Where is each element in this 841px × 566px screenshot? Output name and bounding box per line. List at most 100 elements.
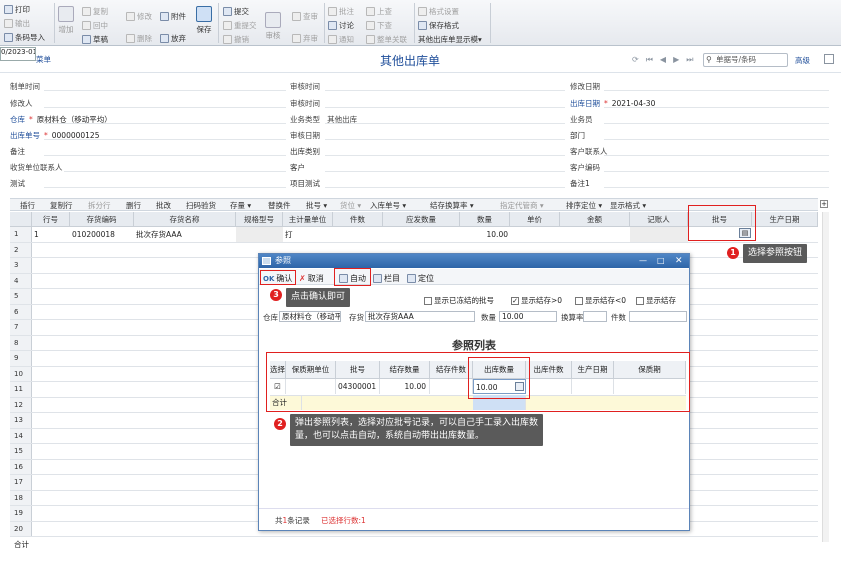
ref-header-6[interactable]: 出库件数: [526, 361, 572, 379]
toolbar2-item-5[interactable]: 扫码验货: [186, 200, 216, 211]
ref-header-7[interactable]: 生产日期: [572, 361, 614, 379]
prev-query-button[interactable]: 上查: [366, 6, 392, 17]
ref-cell-batch[interactable]: 04300001: [336, 379, 380, 394]
columns-button[interactable]: 栏目: [373, 273, 400, 284]
export-button[interactable]: 输出: [4, 18, 30, 29]
barcode-import-button[interactable]: 条码导入: [4, 32, 45, 43]
toolbar2-item-8[interactable]: 批号 ▾: [306, 200, 327, 211]
last-icon[interactable]: ⏭: [686, 55, 693, 65]
attachment-button[interactable]: 附件: [160, 11, 186, 22]
view-audit-icon: [292, 12, 301, 21]
draft-button[interactable]: 草稿: [82, 34, 108, 45]
grid-cell-seq[interactable]: 1: [32, 227, 70, 242]
discard-button[interactable]: 放弃: [160, 33, 186, 44]
audit-button[interactable]: 审核: [265, 12, 281, 41]
grid-cell-unit[interactable]: 打: [283, 227, 333, 242]
toolbar2-item-0[interactable]: 插行: [20, 200, 35, 211]
save-format-button[interactable]: 保存格式: [418, 20, 459, 31]
grid-cell-code[interactable]: 010200018: [70, 227, 134, 242]
grid-header-8[interactable]: 单价: [510, 212, 560, 227]
grid-header-0[interactable]: 行号: [32, 212, 70, 227]
deny-button[interactable]: 弃审: [292, 33, 318, 44]
grid-header-10[interactable]: 记账人: [630, 212, 688, 227]
ref-header-1[interactable]: 保质期单位: [286, 361, 336, 379]
grid-header-6[interactable]: 应发数量: [383, 212, 460, 227]
submit-button[interactable]: 提交: [223, 6, 249, 17]
recover-button[interactable]: 回中: [82, 20, 108, 31]
toolbar2-item-3[interactable]: 删行: [126, 200, 141, 211]
grid-header-2[interactable]: 存货名称: [134, 212, 236, 227]
ref-header-2[interactable]: 批号: [336, 361, 380, 379]
grid-header-3[interactable]: 规格型号: [236, 212, 283, 227]
grid-cell-name[interactable]: 批次存货AAA: [134, 227, 236, 242]
annotate-button[interactable]: 批注: [328, 6, 354, 17]
dlg-rate-field[interactable]: [583, 311, 607, 322]
ref-header-4[interactable]: 结存件数: [430, 361, 473, 379]
ref-header-3[interactable]: 结存数量: [380, 361, 430, 379]
discuss-button[interactable]: 讨论: [328, 20, 354, 31]
copy-button[interactable]: 复制: [82, 6, 108, 17]
toolbar2-item-7[interactable]: 替换件: [268, 200, 291, 211]
view-audit-button[interactable]: 查审: [292, 11, 318, 22]
maximize-icon[interactable]: □: [657, 254, 665, 268]
dlg-item-field[interactable]: 批次存货AAA: [365, 311, 475, 322]
print-button[interactable]: 打印: [4, 4, 30, 15]
opt-show-stock[interactable]: 显示结存: [636, 295, 676, 306]
ref-header-0[interactable]: 选择: [270, 361, 286, 379]
toolbar2-item-2[interactable]: 拆分行: [88, 200, 111, 211]
grid-header-12[interactable]: 生产日期: [752, 212, 818, 227]
close-icon[interactable]: ✕: [675, 254, 683, 268]
locate-button[interactable]: 定位: [407, 273, 434, 284]
vertical-scrollbar[interactable]: [822, 212, 829, 542]
dlg-qty-field[interactable]: 10.00: [499, 311, 557, 322]
select-checkbox[interactable]: ☑: [270, 379, 286, 394]
window-icon[interactable]: [824, 54, 834, 64]
opt-stock-lt0[interactable]: 显示结存<0: [575, 295, 626, 306]
ref-header-8[interactable]: 保质期: [614, 361, 686, 379]
notify-button[interactable]: 通知: [328, 34, 354, 45]
toolbar2-item-9[interactable]: 货位 ▾: [340, 200, 361, 211]
grid-header-7[interactable]: 数量: [460, 212, 510, 227]
first-icon[interactable]: ⏮: [646, 55, 653, 65]
minimize-icon[interactable]: —: [639, 254, 647, 268]
ref-cell-stock[interactable]: 10.00: [380, 379, 430, 394]
grid-header-1[interactable]: 存货编码: [70, 212, 134, 227]
opt-stock-gt0[interactable]: ✓ 显示结存>0: [511, 295, 562, 306]
grid-header-9[interactable]: 金额: [560, 212, 630, 227]
row-number: 19: [10, 506, 32, 521]
grid-header-4[interactable]: 主计量单位: [283, 212, 333, 227]
toolbar2-item-10[interactable]: 入库单号 ▾: [370, 200, 406, 211]
modify-button[interactable]: 修改: [126, 11, 152, 22]
save-button[interactable]: 保存: [196, 6, 212, 35]
opt-frozen-batch[interactable]: 显示已冻结的批号: [424, 295, 494, 306]
toolbar2-item-14[interactable]: 显示格式 ▾: [610, 200, 646, 211]
add-button[interactable]: 增加: [58, 6, 74, 35]
list-button[interactable]: 菜单: [36, 54, 51, 65]
format-settings-button[interactable]: 格式设置: [418, 6, 459, 17]
resubmit-button[interactable]: 重提交: [223, 20, 257, 31]
grid-settings-icon[interactable]: +: [820, 200, 828, 208]
search-input[interactable]: ⚲ 单据号/条码: [703, 53, 788, 67]
next-query-button[interactable]: 下查: [366, 20, 392, 31]
prev-icon[interactable]: ◀: [660, 55, 666, 65]
refresh-icon[interactable]: ⟳: [632, 55, 639, 65]
grid-cell-qty[interactable]: 10.00: [460, 227, 510, 242]
revoke-button[interactable]: 撤销: [223, 34, 249, 45]
toolbar2-item-13[interactable]: 排序定位 ▾: [566, 200, 602, 211]
next-icon[interactable]: ▶: [673, 55, 679, 65]
advanced-search-button[interactable]: 高级: [795, 55, 810, 66]
cancel-button[interactable]: ✗ 取消: [299, 273, 324, 284]
toolbar2-item-4[interactable]: 批改: [156, 200, 171, 211]
reference-button[interactable]: ▤: [739, 228, 751, 238]
dlg-pcs-field[interactable]: [629, 311, 687, 322]
toolbar2-item-12[interactable]: 指定代管商 ▾: [500, 200, 544, 211]
display-template-select[interactable]: 其他出库单显示模▾: [418, 34, 482, 45]
toolbar2-item-11[interactable]: 结存换算率 ▾: [430, 200, 474, 211]
toolbar2-item-6[interactable]: 存量 ▾: [230, 200, 251, 211]
toolbar2-item-1[interactable]: 复制行: [50, 200, 73, 211]
delete-button[interactable]: 删除: [126, 33, 152, 44]
annotate-icon: [328, 7, 337, 16]
doc-link-button[interactable]: 整单关联: [366, 34, 407, 45]
grid-header-5[interactable]: 件数: [333, 212, 383, 227]
dlg-warehouse-field[interactable]: 原材料仓（移动平均）: [279, 311, 341, 322]
